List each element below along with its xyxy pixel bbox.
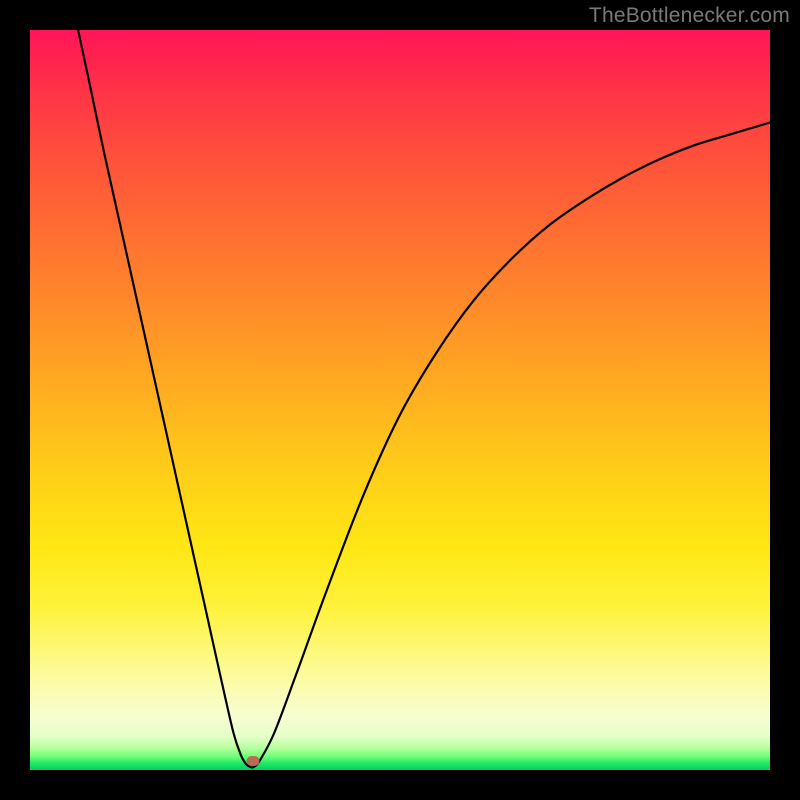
watermark-text: TheBottlenecker.com [589, 4, 790, 28]
bottleneck-curve [30, 30, 770, 770]
plot-area [30, 30, 770, 770]
optimum-marker [247, 756, 260, 766]
chart-frame: TheBottlenecker.com [0, 0, 800, 800]
